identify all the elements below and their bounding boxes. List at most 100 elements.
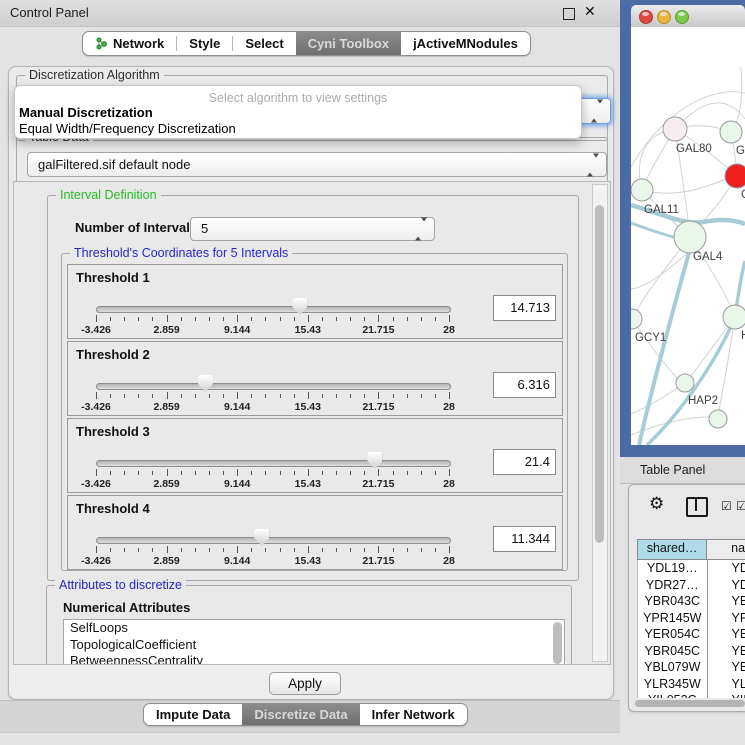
- threshold-panel: Threshold 3-3.4262.8599.14415.4321.71528…: [67, 418, 563, 493]
- checkbox-icon[interactable]: ☑: [736, 499, 745, 513]
- slider-tick: [181, 548, 182, 552]
- number-of-intervals-combobox[interactable]: 5: [190, 217, 435, 241]
- mac-minimize-icon[interactable]: [657, 10, 671, 24]
- scrollbar-thumb[interactable]: [635, 700, 745, 707]
- slider-tick: [195, 394, 196, 398]
- cell-name: YLR3: [708, 676, 745, 693]
- cell-shared-name: YBL079W: [638, 659, 708, 676]
- threshold-value-field[interactable]: 6.316: [493, 372, 556, 398]
- list-scrollbar-thumb[interactable]: [553, 622, 562, 664]
- slider-track[interactable]: [96, 383, 451, 390]
- slider-scale-label: 21.715: [362, 401, 394, 413]
- close-icon[interactable]: ✕: [584, 4, 596, 20]
- slider-tick: [124, 548, 125, 552]
- network-canvas[interactable]: GAL80GCGAL11GAL4GCY1HHAP2: [631, 27, 745, 445]
- control-panel-tabs: Network Style SelectCyni ToolboxjActiveMNo…: [82, 31, 531, 56]
- column-header-shared-name[interactable]: shared…: [638, 540, 707, 559]
- apply-button[interactable]: Apply: [269, 672, 341, 695]
- column-header-name[interactable]: na: [707, 540, 745, 559]
- attribute-list-item[interactable]: TopologicalCoefficient: [64, 637, 564, 654]
- slider-tick: [421, 394, 422, 398]
- threshold-slider[interactable]: -3.4262.8599.14415.4321.71528: [96, 449, 449, 489]
- tab-cyni-toolbox[interactable]: Cyni Toolbox: [296, 32, 401, 55]
- tab-jactivemnodules[interactable]: jActiveMNodules: [401, 32, 530, 55]
- slider-track[interactable]: [96, 460, 451, 467]
- tab-impute-data[interactable]: Impute Data: [144, 704, 242, 725]
- dropdown-option-manual[interactable]: Manual Discretization: [19, 105, 153, 120]
- slider-tick: [407, 471, 408, 475]
- network-node-gal11[interactable]: [631, 179, 653, 201]
- threshold-value-field[interactable]: 14.713: [493, 295, 556, 321]
- slider-tick: [364, 471, 365, 475]
- slider-tick: [209, 548, 210, 552]
- slider-tick: [435, 394, 436, 398]
- threshold-value-field[interactable]: 11.344: [493, 526, 556, 552]
- dropdown-option-equal-width[interactable]: Equal Width/Frequency Discretization: [19, 121, 236, 136]
- slider-tick: [407, 548, 408, 552]
- scrollbar-thumb[interactable]: [595, 205, 604, 543]
- table-row[interactable]: YDL19…YDL1: [638, 560, 745, 577]
- table-data-combobox[interactable]: galFiltered.sif default node: [27, 152, 607, 177]
- table-row[interactable]: YDR27…YDR2: [638, 577, 745, 594]
- tab-style[interactable]: Style: [177, 32, 232, 55]
- tab-network[interactable]: Network: [83, 32, 176, 55]
- slider-tick: [322, 471, 323, 475]
- network-node-gcy1[interactable]: [631, 309, 642, 329]
- tab-discretize-data[interactable]: Discretize Data: [242, 704, 359, 725]
- slider-track[interactable]: [96, 306, 451, 313]
- threshold-slider[interactable]: -3.4262.8599.14415.4321.71528: [96, 295, 449, 335]
- network-node[interactable]: [709, 410, 727, 428]
- vertical-scrollbar[interactable]: [592, 184, 608, 662]
- horizontal-scrollbar[interactable]: [635, 699, 745, 708]
- network-node-c[interactable]: [725, 164, 745, 188]
- table-row[interactable]: YBR045CYBR0: [638, 643, 745, 660]
- slider-scale-label: 21.715: [362, 478, 394, 490]
- network-node-gal4[interactable]: [674, 221, 706, 253]
- slider-track[interactable]: [96, 537, 451, 544]
- tab-label: Style: [189, 36, 220, 51]
- slider-tick: [223, 317, 224, 321]
- table-row[interactable]: YIL052CYIL0: [638, 692, 745, 698]
- threshold-slider[interactable]: -3.4262.8599.14415.4321.71528: [96, 526, 449, 566]
- attribute-list-item[interactable]: BetweennessCentrality: [64, 653, 564, 665]
- network-node-label: C: [741, 189, 745, 201]
- network-node-h[interactable]: [723, 305, 745, 329]
- slider-tick: [223, 394, 224, 398]
- cell-name: YPR1: [708, 610, 745, 627]
- number-of-intervals-value: 5: [201, 221, 208, 236]
- mac-zoom-icon[interactable]: [675, 10, 689, 24]
- gear-icon[interactable]: ⚙: [649, 494, 664, 514]
- interval-definition-group: Interval Definition Number of Intervals …: [47, 195, 579, 581]
- network-node-gal80[interactable]: [663, 117, 687, 141]
- slider-tick: [152, 471, 153, 475]
- threshold-label: Threshold 2: [76, 347, 150, 362]
- table-row[interactable]: YBL079WYBL0: [638, 659, 745, 676]
- slider-scale-label: 9.144: [224, 401, 250, 413]
- network-node-g[interactable]: [720, 121, 742, 143]
- slider-tick: [138, 471, 139, 475]
- numerical-attributes-list[interactable]: SelfLoopsTopologicalCoefficientBetweenne…: [63, 619, 565, 665]
- checkbox-icon[interactable]: ☑: [721, 499, 732, 513]
- network-node-hap2[interactable]: [676, 374, 694, 392]
- slider-tick: [364, 317, 365, 321]
- tab-infer-network[interactable]: Infer Network: [360, 704, 467, 725]
- threshold-value-field[interactable]: 21.4: [493, 449, 556, 475]
- float-window-icon[interactable]: [563, 8, 575, 20]
- slider-scale-label: 9.144: [224, 324, 250, 336]
- tab-select[interactable]: Select: [233, 32, 295, 55]
- table-row[interactable]: YBR043CYBR0: [638, 593, 745, 610]
- attribute-list-item[interactable]: SelfLoops: [64, 620, 564, 637]
- threshold-slider[interactable]: -3.4262.8599.14415.4321.71528: [96, 372, 449, 412]
- table-row[interactable]: YPR145WYPR1: [638, 610, 745, 627]
- slider-tick: [181, 471, 182, 475]
- split-view-icon[interactable]: [686, 497, 708, 517]
- slider-tick: [223, 548, 224, 552]
- table-row[interactable]: YLR345WYLR3: [638, 676, 745, 693]
- network-node-label: GCY1: [635, 332, 666, 344]
- slider-tick: [96, 392, 97, 399]
- table-row[interactable]: YER054CYER0: [638, 626, 745, 643]
- slider-tick: [280, 471, 281, 475]
- panel-title: Control Panel: [10, 5, 89, 20]
- mac-close-icon[interactable]: [639, 10, 653, 24]
- settings-scroll-area: Interval Definition Number of Intervals …: [13, 181, 611, 665]
